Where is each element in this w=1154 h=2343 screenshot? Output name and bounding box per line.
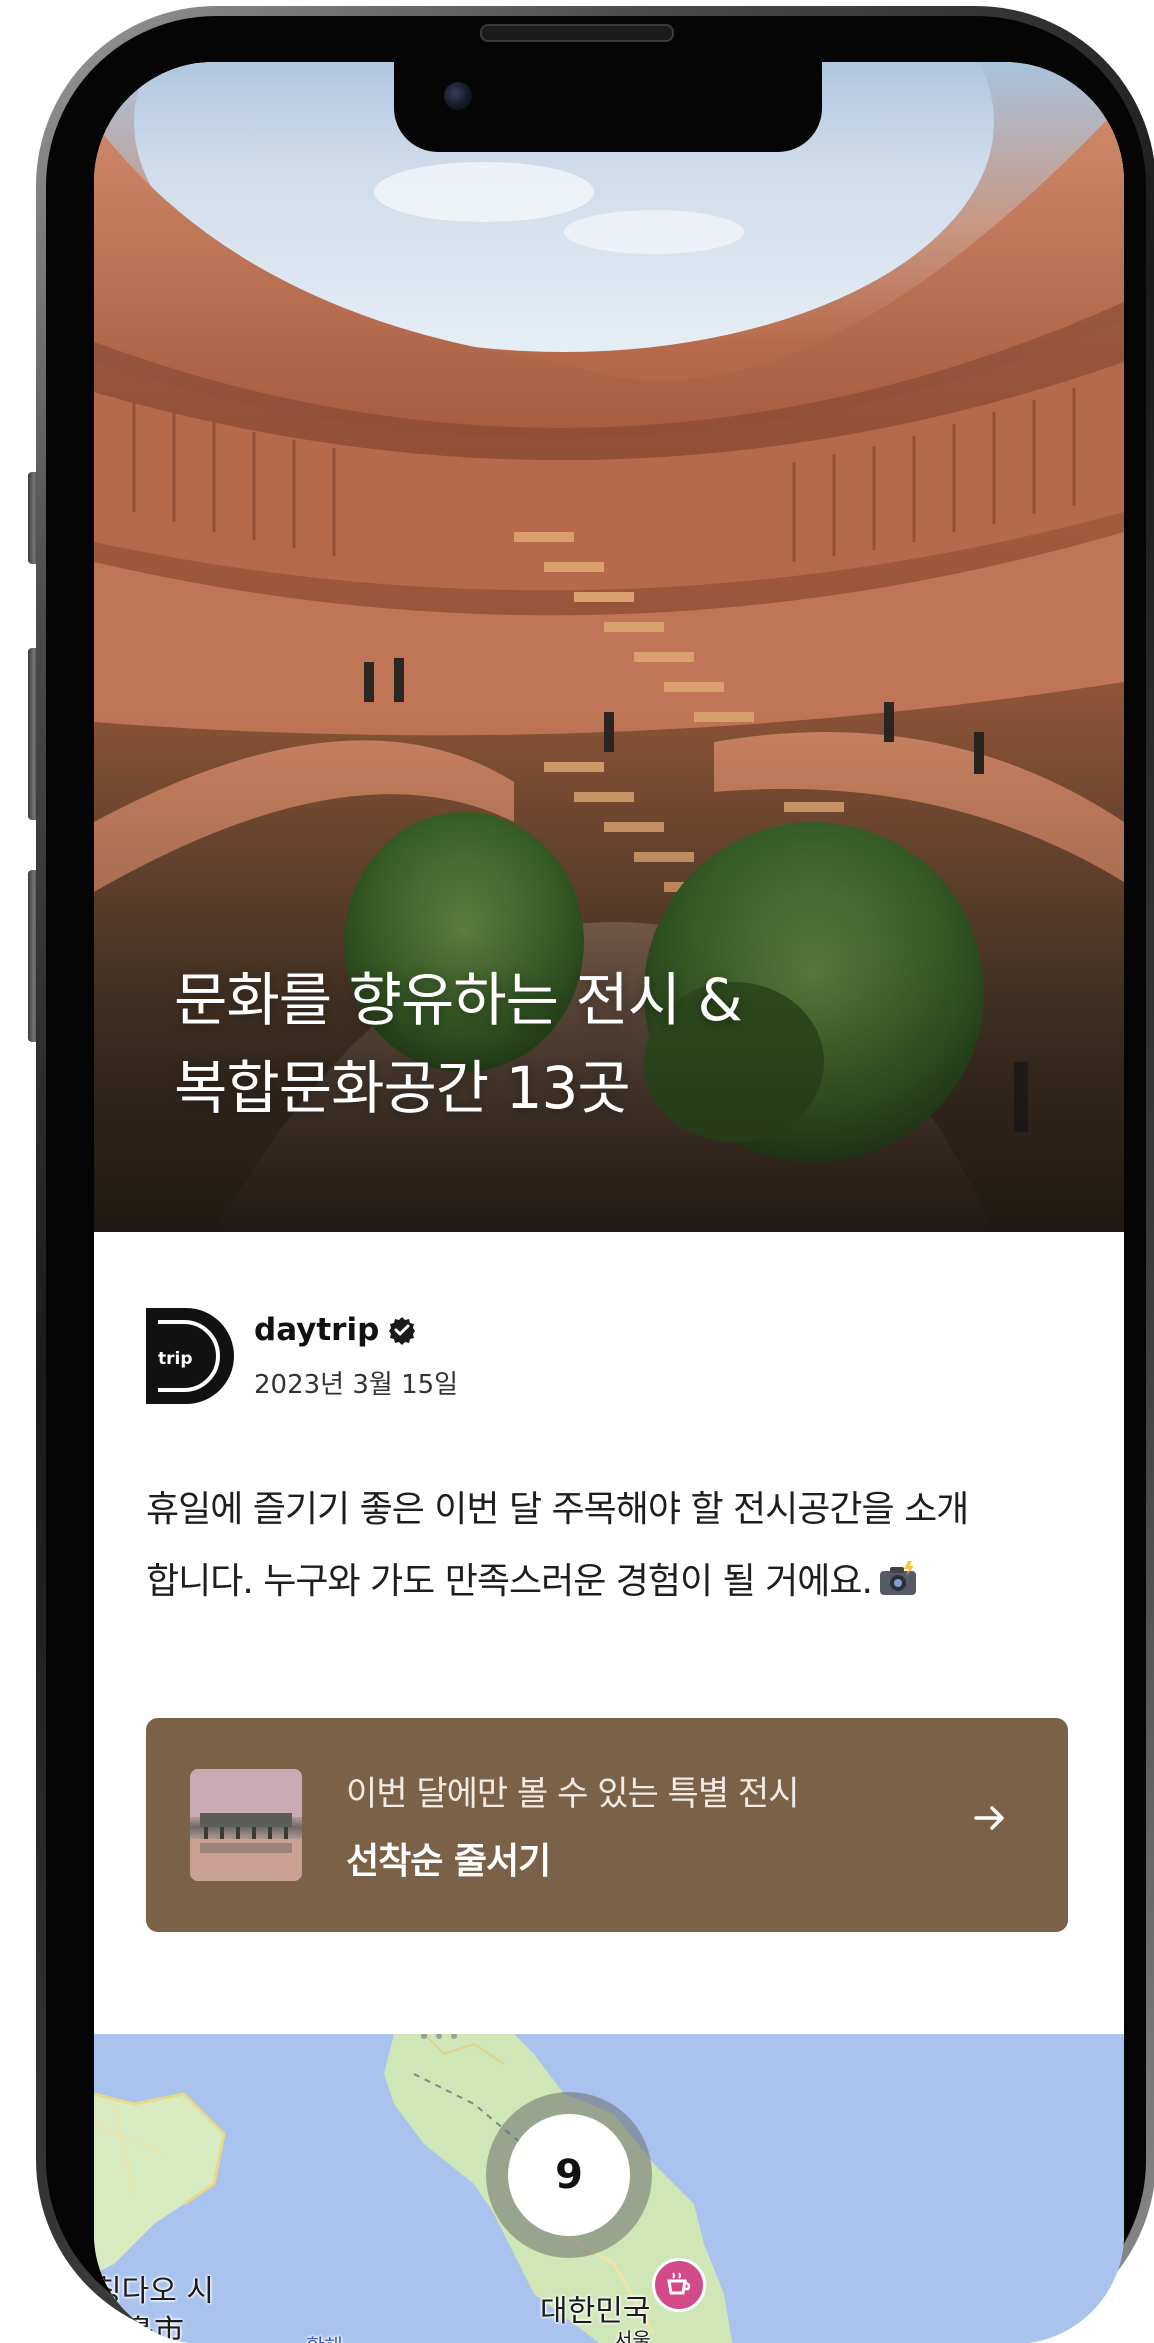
hero-title-line2: 복합문화공간 13곳 (174, 1054, 631, 1122)
post-description: 휴일에 즐기기 좋은 이번 달 주목해야 할 전시공간을 소개 합니다. 누구와… (146, 1474, 1086, 1618)
queue-cta-button[interactable]: 이번 달에만 볼 수 있는 특별 전시 선착순 줄서기 (146, 1718, 1068, 1932)
map-label-qingdao-cn: 青島市 (94, 2314, 184, 2343)
screen: 문화를 향유하는 전시 & 복합문화공간 13곳 trip daytrip 20… (94, 62, 1124, 2343)
coffee-cup-icon (667, 2272, 691, 2295)
map-label-partial: 서울 (614, 2328, 651, 2343)
description-line2: 합니다. 누구와 가도 만족스러운 경험이 될 거에요. (146, 1561, 873, 1602)
author-name[interactable]: daytrip (254, 1312, 379, 1348)
description-line1: 휴일에 즐기기 좋은 이번 달 주목해야 할 전시공간을 소개 (146, 1489, 969, 1530)
thumbnail-image (190, 1769, 302, 1881)
author-row[interactable]: trip daytrip 2023년 3월 15일 (146, 1308, 1046, 1408)
map-label-sea: 황해 (306, 2330, 343, 2343)
logo-text: trip (158, 1349, 193, 1369)
daytrip-logo-icon[interactable]: trip (146, 1308, 234, 1404)
device-frame: 문화를 향유하는 전시 & 복합문화공간 13곳 trip daytrip 20… (0, 0, 1154, 2343)
description-line2-wrap: 합니다. 누구와 가도 만족스러운 경험이 될 거에요. (146, 1546, 1086, 1618)
exhibition-thumbnail (190, 1769, 302, 1881)
cta-title: 선착순 줄서기 (346, 1841, 551, 1882)
map-view[interactable]: 9 칭다오 시 青島市 대한민국 황해 서울 (94, 2034, 1124, 2343)
hero-title-line1: 문화를 향유하는 전시 & (174, 966, 743, 1034)
cluster-count[interactable]: 9 (508, 2114, 630, 2236)
verified-badge-icon (389, 1317, 416, 1345)
hero-image: 문화를 향유하는 전시 & 복합문화공간 13곳 (94, 62, 1124, 1232)
post-date: 2023년 3월 15일 (254, 1370, 459, 1400)
front-camera (444, 82, 472, 110)
cafe-pin-icon[interactable] (652, 2258, 706, 2312)
notch (394, 62, 822, 152)
author-name-row[interactable]: daytrip (254, 1312, 417, 1348)
camera-flash-icon (879, 1561, 916, 1595)
map-label-qingdao: 칭다오 시 (94, 2274, 214, 2309)
map-cluster-marker[interactable]: 9 (486, 2092, 652, 2258)
speaker-slit (480, 24, 674, 42)
arrow-right-icon (974, 1806, 1004, 1830)
cta-subtitle: 이번 달에만 볼 수 있는 특별 전시 (346, 1774, 799, 1814)
hero-title: 문화를 향유하는 전시 & 복합문화공간 13곳 (174, 956, 1074, 1132)
